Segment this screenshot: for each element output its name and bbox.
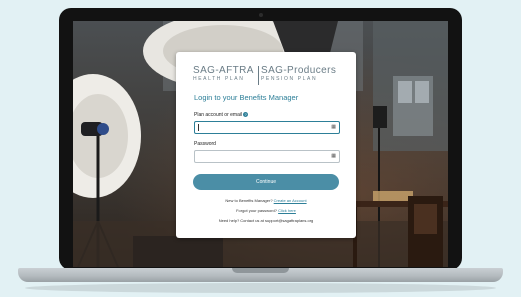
- continue-button[interactable]: Continue: [193, 174, 339, 190]
- text-caret: [198, 124, 199, 131]
- login-card: SAG-AFTRA HEALTH PLAN SAG-Producers PENS…: [176, 52, 356, 238]
- logo-divider: [258, 66, 259, 85]
- register-prompt: New to Benefits Manager?: [225, 198, 273, 203]
- autofill-icon[interactable]: ▦: [331, 154, 336, 159]
- help-icon[interactable]: ?: [243, 112, 249, 117]
- plan-logo: SAG-AFTRA HEALTH PLAN SAG-Producers PENS…: [193, 65, 343, 87]
- pension-plan-logo: SAG-Producers PENSION PLAN: [261, 65, 343, 83]
- password-input[interactable]: ▦: [194, 150, 340, 163]
- create-account-link[interactable]: Create an Account: [274, 198, 307, 203]
- laptop-notch: [232, 268, 289, 273]
- pension-plan-logo-main: SAG-Producers: [261, 65, 337, 76]
- username-input[interactable]: ▦: [194, 121, 340, 134]
- username-label: Plan account or email?: [194, 112, 249, 118]
- autofill-icon[interactable]: ▦: [331, 125, 336, 130]
- password-label: Password: [194, 141, 216, 147]
- laptop-shadow: [25, 283, 496, 293]
- health-plan-logo: SAG-AFTRA HEALTH PLAN: [193, 65, 257, 83]
- webcam: [259, 13, 263, 17]
- forgot-line: Forgot your password? Click here: [186, 208, 346, 213]
- login-title: Login to your Benefits Manager: [194, 93, 299, 102]
- forgot-password-link[interactable]: Click here: [278, 208, 296, 213]
- health-plan-logo-main: SAG-AFTRA: [193, 65, 254, 76]
- username-label-text: Plan account or email: [194, 112, 243, 118]
- forgot-prompt: Forgot your password?: [236, 208, 277, 213]
- pension-plan-logo-sub: PENSION PLAN: [261, 76, 318, 82]
- register-line: New to Benefits Manager? Create an Accou…: [186, 198, 346, 203]
- health-plan-logo-sub: HEALTH PLAN: [193, 76, 245, 82]
- help-line: Need help? Contact us at support@sagaftr…: [218, 218, 314, 223]
- laptop-screen: SAG-AFTRA HEALTH PLAN SAG-Producers PENS…: [73, 21, 448, 267]
